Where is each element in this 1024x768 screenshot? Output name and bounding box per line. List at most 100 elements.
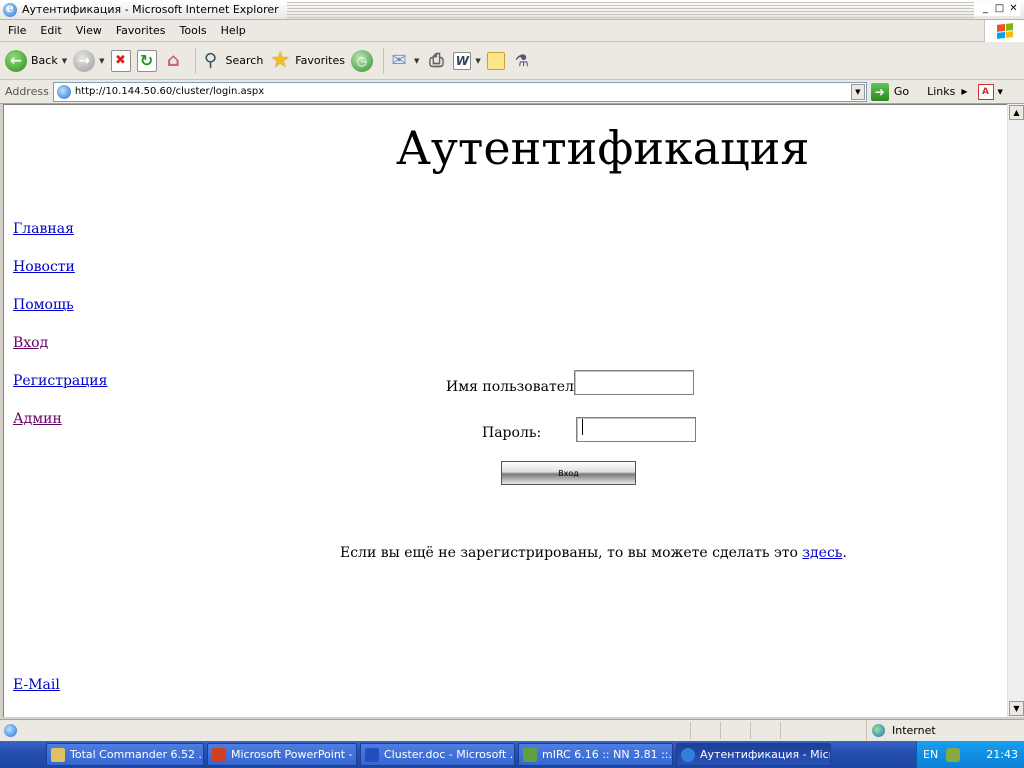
close-button[interactable]: ✕ xyxy=(1007,3,1020,16)
taskbar-item-total-commander[interactable]: Total Commander 6.52 ... xyxy=(46,743,204,766)
go-button[interactable]: ➜ Go xyxy=(870,82,909,101)
taskbar-item-word[interactable]: Cluster.doc - Microsoft ... xyxy=(360,743,515,766)
menu-edit[interactable]: Edit xyxy=(33,24,68,37)
forward-button[interactable]: → ▼ xyxy=(73,49,105,72)
window-title: Аутентификация - Microsoft Internet Expl… xyxy=(22,3,279,16)
back-label: Back xyxy=(31,54,58,67)
address-url[interactable]: http://10.144.50.60/cluster/login.aspx xyxy=(75,86,264,97)
status-separator xyxy=(690,722,691,739)
taskbar-item-ie[interactable]: Аутентификация - Micr... xyxy=(676,743,831,766)
taskbar-item-label: Microsoft PowerPoint - [... xyxy=(231,748,357,761)
status-bar: Internet xyxy=(0,719,1024,741)
edit-dropdown-icon[interactable]: ▼ xyxy=(475,57,480,65)
standard-toolbar: ← Back ▼ → ▼ ✖ ↻ ⌂ ⚲ Search ★ Favorites … xyxy=(0,42,1024,80)
scroll-down-arrow-icon[interactable]: ▼ xyxy=(1009,701,1024,716)
address-label: Address xyxy=(5,85,49,98)
vertical-scrollbar[interactable]: ▲ ▼ xyxy=(1007,104,1024,717)
text-caret xyxy=(582,419,583,435)
total-commander-icon xyxy=(51,747,65,762)
forward-dropdown-icon[interactable]: ▼ xyxy=(99,57,104,65)
pdf-dropdown-icon[interactable]: ▼ xyxy=(998,88,1003,96)
status-separator xyxy=(750,722,751,739)
taskbar-item-mirc[interactable]: mIRC 6.16 :: NN 3.81 ::... xyxy=(518,743,673,766)
word-doc-icon xyxy=(365,747,379,762)
clock[interactable]: 21:43 xyxy=(986,748,1018,761)
pdf-icon[interactable]: A xyxy=(977,83,994,100)
research-icon: ⚗ xyxy=(514,51,529,70)
password-input[interactable] xyxy=(576,417,696,442)
zone-label: Internet xyxy=(892,724,936,737)
taskbar-item-label: Total Commander 6.52 ... xyxy=(70,748,204,761)
page-status-icon xyxy=(4,724,17,737)
menu-file[interactable]: File xyxy=(0,24,33,37)
search-label: Search xyxy=(225,54,264,67)
favorites-button[interactable]: ★ Favorites xyxy=(269,48,345,73)
toolbar-separator xyxy=(383,47,384,74)
windows-flag-icon xyxy=(996,23,1013,39)
title-bar: Аутентификация - Microsoft Internet Expl… xyxy=(0,0,1024,20)
home-icon: ⌂ xyxy=(167,50,180,71)
back-dropdown-icon[interactable]: ▼ xyxy=(62,57,67,65)
go-arrow-icon: ➜ xyxy=(870,82,889,101)
language-indicator[interactable]: EN xyxy=(923,748,938,761)
window-controls: _ □ ✕ xyxy=(974,3,1020,16)
nav-link-help[interactable]: Помощь xyxy=(13,297,74,313)
edit-button[interactable]: W ▼ xyxy=(453,51,481,70)
printer-icon: ⎙ xyxy=(429,50,444,71)
email-link[interactable]: E-Mail xyxy=(13,677,60,693)
minimize-button[interactable]: _ xyxy=(979,3,992,16)
menu-tools[interactable]: Tools xyxy=(173,24,214,37)
nav-link-register[interactable]: Регистрация xyxy=(13,373,107,389)
stop-button[interactable]: ✖ xyxy=(110,49,131,72)
page-icon xyxy=(56,84,71,99)
search-button[interactable]: ⚲ Search xyxy=(200,50,264,72)
home-button[interactable]: ⌂ xyxy=(163,50,185,72)
nav-link-admin[interactable]: Админ xyxy=(13,411,62,427)
back-button[interactable]: ← Back ▼ xyxy=(5,49,67,72)
menu-favorites[interactable]: Favorites xyxy=(109,24,173,37)
refresh-icon: ↻ xyxy=(136,49,157,72)
print-button[interactable]: ⎙ xyxy=(425,50,447,72)
powerpoint-icon xyxy=(212,747,226,762)
forward-arrow-icon: → xyxy=(73,49,96,72)
discuss-button[interactable] xyxy=(486,51,505,70)
taskbar-item-powerpoint[interactable]: Microsoft PowerPoint - [... xyxy=(207,743,357,766)
taskbar-item-label: Cluster.doc - Microsoft ... xyxy=(384,748,515,761)
page-title: Аутентификация xyxy=(396,121,810,175)
scroll-up-arrow-icon[interactable]: ▲ xyxy=(1009,105,1024,120)
nav-link-news[interactable]: Новости xyxy=(13,259,75,275)
username-input[interactable] xyxy=(574,370,694,395)
login-submit-button[interactable]: Вход xyxy=(501,461,636,485)
research-button[interactable]: ⚗ xyxy=(511,50,533,72)
mail-button[interactable]: ✉ ▼ xyxy=(388,50,419,72)
ie-icon xyxy=(3,1,17,17)
mail-dropdown-icon[interactable]: ▼ xyxy=(414,57,419,65)
links-button[interactable]: Links ▶ xyxy=(927,85,967,98)
windows-logo xyxy=(984,20,1024,42)
tray-app-icon[interactable] xyxy=(946,747,961,762)
nav-link-home[interactable]: Главная xyxy=(13,221,74,237)
menu-help[interactable]: Help xyxy=(214,24,253,37)
taskbar: Total Commander 6.52 ... Microsoft Power… xyxy=(0,741,1024,768)
menu-view[interactable]: View xyxy=(69,24,109,37)
registration-prompt: Если вы ещё не зарегистрированы, то вы м… xyxy=(340,545,847,561)
registration-text: Если вы ещё не зарегистрированы, то вы м… xyxy=(340,545,803,561)
mirc-icon xyxy=(523,747,537,762)
maximize-button[interactable]: □ xyxy=(993,3,1006,16)
refresh-button[interactable]: ↻ xyxy=(136,49,157,72)
title-stripe xyxy=(286,1,974,18)
ie-taskbar-icon xyxy=(681,747,695,762)
address-dropdown-icon[interactable]: ▼ xyxy=(850,83,865,100)
status-separator xyxy=(780,722,781,739)
address-bar: Address http://10.144.50.60/cluster/logi… xyxy=(0,80,1024,104)
favorites-label: Favorites xyxy=(295,54,345,67)
address-input[interactable]: http://10.144.50.60/cluster/login.aspx ▼ xyxy=(52,81,867,102)
nav-link-login[interactable]: Вход xyxy=(13,335,48,351)
status-separator xyxy=(720,722,721,739)
toolbar-separator xyxy=(194,47,196,74)
history-button[interactable]: ◷ xyxy=(351,49,373,72)
username-label: Имя пользователя: xyxy=(446,379,588,395)
registration-link[interactable]: здесь xyxy=(802,545,842,561)
mail-icon: ✉ xyxy=(391,50,407,71)
word-icon: W xyxy=(453,51,472,70)
